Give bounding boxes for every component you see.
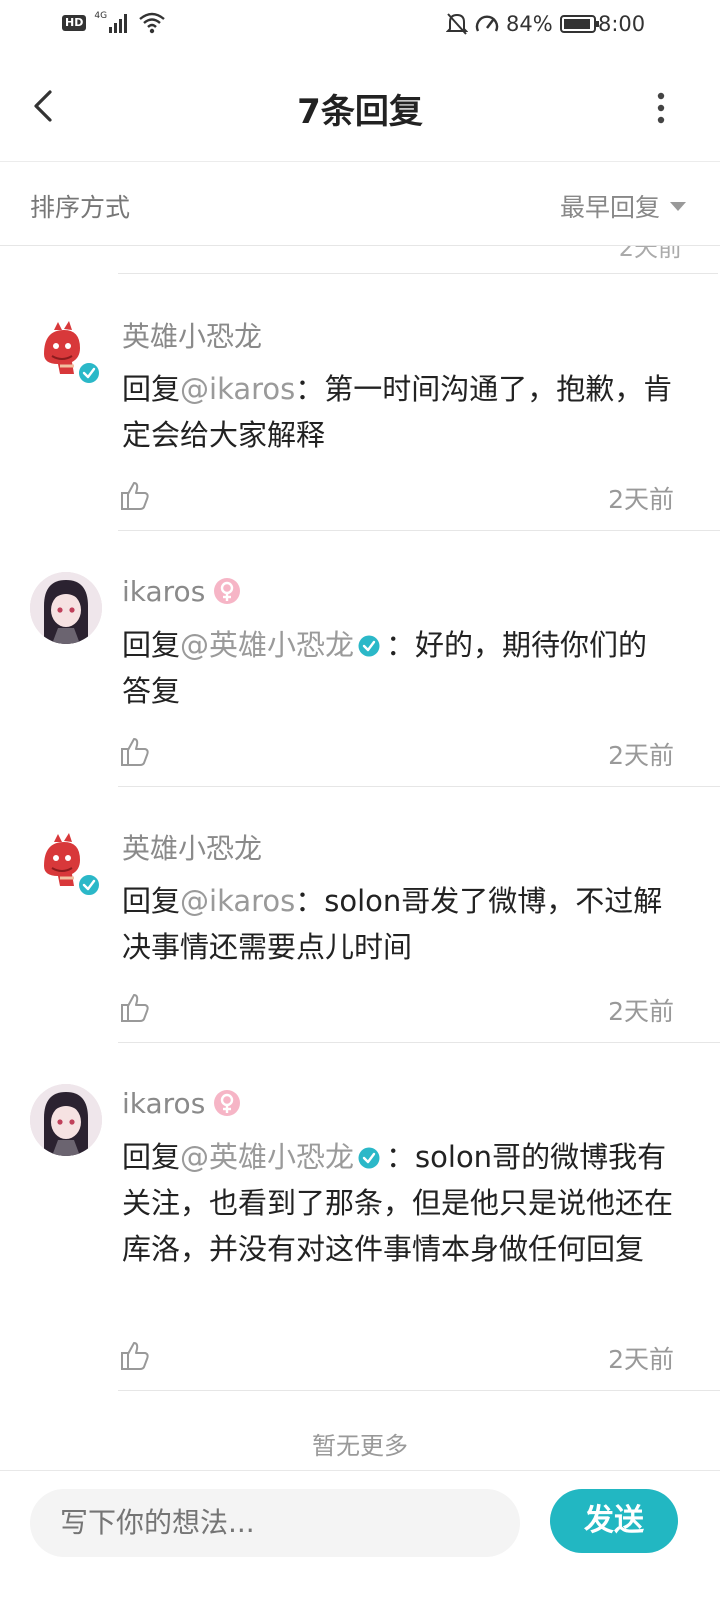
- clock: 8:00: [598, 12, 646, 36]
- network-type: 4G: [94, 11, 108, 21]
- partial-reply-row: 2天前: [118, 246, 718, 274]
- sort-label: 排序方式: [30, 193, 131, 222]
- author-name: 英雄小恐龙: [122, 832, 263, 865]
- reply-text: 回复@英雄小恐龙 ：solon哥的微博我有关注，也看到了那条，但是他只是说他还在库…: [122, 1134, 674, 1272]
- reply-meta: 2天前: [118, 992, 674, 1032]
- divider: [118, 1042, 720, 1043]
- reply-text: 回复@英雄小恐龙 ：好的，期待你们的答复: [122, 622, 674, 714]
- wifi-icon: [139, 12, 165, 34]
- hd-indicator: HD: [62, 15, 87, 31]
- reply-time: 2天前: [618, 246, 682, 262]
- reply-prefix: 回复: [122, 372, 181, 406]
- reply-time: 2天前: [608, 997, 674, 1026]
- avatar-anime-girl[interactable]: [30, 572, 102, 644]
- thumbs-up-icon[interactable]: [120, 992, 150, 1024]
- sort-dropdown[interactable]: 最早回复: [560, 188, 686, 224]
- mute-bell-icon: [446, 13, 468, 35]
- reply-author[interactable]: ikaros: [122, 572, 674, 610]
- reply-body: ikaros 回复@英雄小恐龙 ：solon哥的微博我有关注，也看到了那条，但是他…: [122, 1084, 674, 1272]
- reply-prefix: 回复: [122, 628, 181, 662]
- verified-badge-icon: [78, 362, 100, 384]
- more-options-icon[interactable]: [654, 92, 668, 124]
- thumbs-up-icon[interactable]: [120, 1340, 150, 1372]
- reply-time: 2天前: [608, 741, 674, 770]
- author-name: 英雄小恐龙: [122, 320, 263, 353]
- author-name: ikaros: [122, 574, 206, 608]
- reply-meta: 2天前: [118, 480, 674, 520]
- reply-body: 英雄小恐龙 回复@ikaros：第一时间沟通了，抱歉，肯定会给大家解释: [122, 316, 674, 458]
- page-title: 7条回复: [297, 92, 423, 132]
- avatar-anime-girl[interactable]: [30, 1084, 102, 1156]
- mention-link[interactable]: @ikaros: [180, 372, 295, 406]
- verified-badge-icon: [78, 874, 100, 896]
- thumbs-up-icon[interactable]: [120, 480, 150, 512]
- reply-list[interactable]: 2天前 英雄小恐龙 回复@ikaros：第一时间沟通了，抱歉，肯定会给大家解释: [0, 246, 720, 1500]
- reply-meta: 2天前: [118, 1340, 674, 1380]
- reply-input[interactable]: [30, 1489, 520, 1557]
- female-badge-icon: [214, 578, 241, 604]
- sort-selected-value: 最早回复: [559, 193, 660, 222]
- send-button[interactable]: 发送: [550, 1489, 678, 1553]
- verified-badge-icon: [358, 1147, 380, 1169]
- no-more-indicator: 暂无更多: [312, 1432, 408, 1460]
- divider: [118, 786, 720, 787]
- reply-time: 2天前: [608, 1345, 674, 1374]
- status-left: HD 4G: [62, 11, 165, 34]
- thumbs-up-icon[interactable]: [120, 736, 150, 768]
- verified-badge-icon: [358, 635, 380, 657]
- reply-text: 回复@ikaros：第一时间沟通了，抱歉，肯定会给大家解释: [122, 366, 674, 458]
- reply-composer: 发送: [0, 1470, 720, 1600]
- divider: [118, 530, 720, 531]
- battery-icon: [559, 15, 599, 33]
- battery-percent: 84%: [506, 12, 553, 36]
- mention-link[interactable]: @英雄小恐龙: [180, 1140, 354, 1174]
- reply-author[interactable]: 英雄小恐龙: [122, 828, 674, 866]
- reply-time: 2天前: [608, 485, 674, 514]
- status-right: 84%: [446, 12, 600, 36]
- top-app-bar: 7条回复: [0, 52, 720, 162]
- author-name: ikaros: [122, 1086, 206, 1120]
- reply-text: 回复@ikaros：solon哥发了微博，不过解决事情还需要点儿时间: [122, 878, 674, 970]
- reply-body: ikaros 回复@英雄小恐龙 ：好的，期待你们的答复: [122, 572, 674, 714]
- speed-gauge-icon: [475, 15, 499, 32]
- chevron-down-icon: [670, 201, 686, 211]
- reply-author[interactable]: 英雄小恐龙: [122, 316, 674, 354]
- reply-prefix: 回复: [122, 884, 181, 918]
- status-bar: HD 4G 84% 8:00: [0, 0, 720, 52]
- divider: [118, 1390, 720, 1391]
- mention-link[interactable]: @ikaros: [180, 884, 295, 918]
- reply-prefix: 回复: [122, 1140, 181, 1174]
- reply-author[interactable]: ikaros: [122, 1084, 674, 1122]
- reply-meta: 2天前: [118, 736, 674, 776]
- reply-body: 英雄小恐龙 回复@ikaros：solon哥发了微博，不过解决事情还需要点儿时间: [122, 828, 674, 970]
- mention-link[interactable]: @英雄小恐龙: [180, 628, 354, 662]
- female-badge-icon: [214, 1090, 241, 1116]
- sort-bar: 排序方式 最早回复: [0, 162, 720, 246]
- signal-icon: [109, 14, 128, 33]
